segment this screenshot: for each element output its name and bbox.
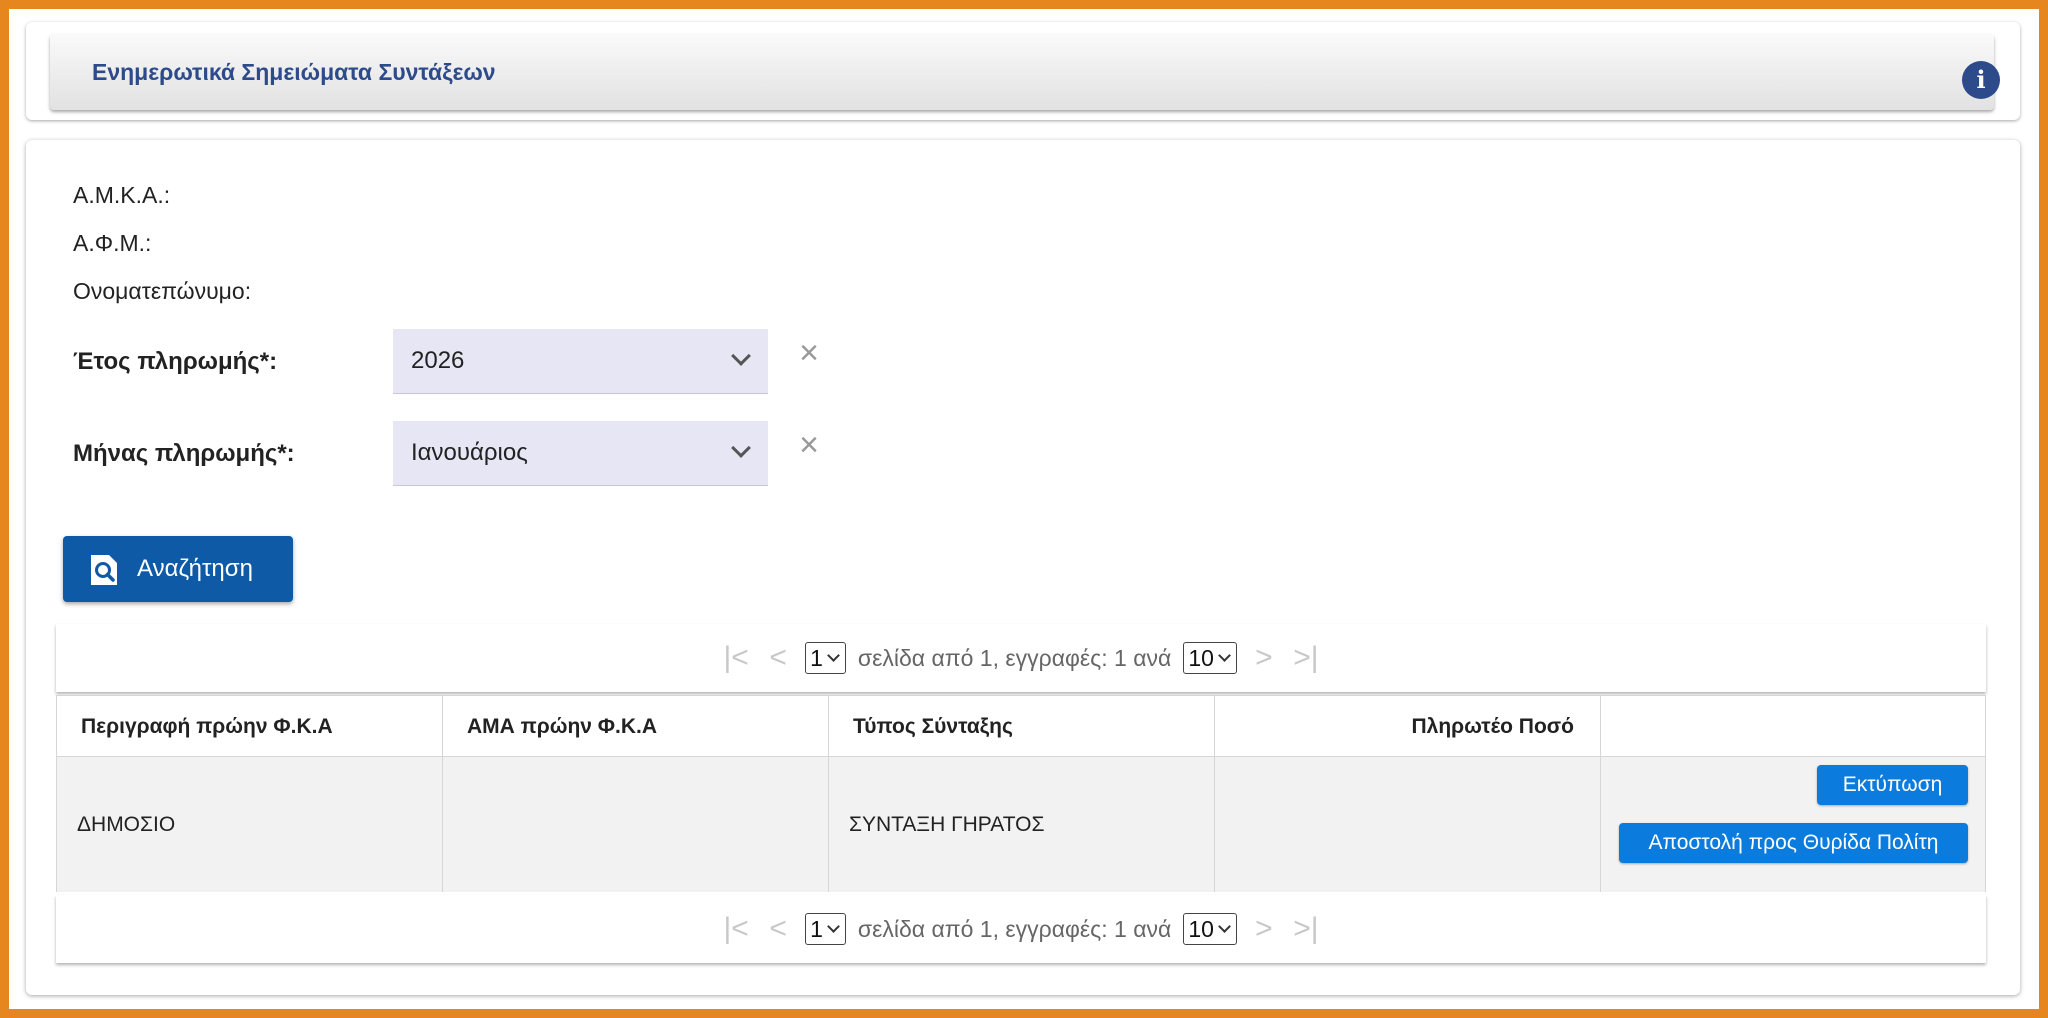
page-title: Ενημερωτικά Σημειώματα Συντάξεων	[92, 59, 496, 85]
year-label: Έτος πληρωμής*:	[73, 348, 278, 375]
table-row: ΔΗΜΟΣΙΟ ΣΥΝΤΑΞΗ ΓΗΡΑΤΟΣ Εκτύπωση Αποστολ…	[57, 757, 1985, 892]
main-panel: Α.Μ.Κ.Α.: Α.Φ.Μ.: Ονοματεπώνυμο: Έτος πλ…	[26, 140, 2020, 995]
prev-page-icon[interactable]: <	[763, 912, 793, 946]
pager-info: σελίδα από 1, εγγραφές: 1 ανά	[857, 644, 1172, 671]
table-cell	[1215, 757, 1601, 892]
send-to-citizen-box-button[interactable]: Αποστολή προς Θυρίδα Πολίτη	[1619, 823, 1968, 863]
pager-bottom: |< < 1 σελίδα από 1, εγγραφές: 1 ανά 10 …	[56, 895, 1986, 963]
column-header	[1601, 696, 1987, 756]
search-button[interactable]: Αναζήτηση	[63, 536, 293, 602]
first-page-icon[interactable]: |<	[721, 912, 751, 946]
chevron-down-icon	[1218, 920, 1231, 933]
prev-page-icon[interactable]: <	[763, 641, 793, 675]
chevron-down-icon	[1218, 649, 1231, 662]
page-select-value: 1	[810, 644, 823, 671]
header-panel: Ενημερωτικά Σημειώματα Συντάξεων i	[26, 22, 2020, 120]
chevron-down-icon	[731, 438, 751, 458]
page-size-select[interactable]: 10	[1183, 642, 1237, 674]
table-header-row: Περιγραφή πρώην Φ.Κ.Α ΑΜΑ πρώην Φ.Κ.Α Τύ…	[57, 696, 1985, 757]
next-page-icon[interactable]: >	[1249, 912, 1279, 946]
last-page-icon[interactable]: >|	[1291, 641, 1321, 675]
actions-cell: Εκτύπωση Αποστολή προς Θυρίδα Πολίτη	[1601, 757, 1987, 892]
print-button[interactable]: Εκτύπωση	[1817, 765, 1968, 805]
results-table: Περιγραφή πρώην Φ.Κ.Α ΑΜΑ πρώην Φ.Κ.Α Τύ…	[56, 695, 1986, 892]
table-cell	[443, 757, 829, 892]
page-size-value: 10	[1188, 915, 1214, 942]
next-page-icon[interactable]: >	[1249, 641, 1279, 675]
month-select-value: Ιανουάριος	[411, 439, 528, 466]
pager-info: σελίδα από 1, εγγραφές: 1 ανά	[857, 915, 1172, 942]
column-header[interactable]: Τύπος Σύνταξης	[829, 696, 1215, 756]
table-cell: ΣΥΝΤΑΞΗ ΓΗΡΑΤΟΣ	[829, 757, 1215, 892]
last-page-icon[interactable]: >|	[1291, 912, 1321, 946]
clear-month-icon[interactable]: ×	[794, 428, 824, 462]
column-header[interactable]: Πληρωτέο Ποσό	[1215, 696, 1601, 756]
chevron-down-icon	[827, 649, 840, 662]
amka-label: Α.Μ.Κ.Α.:	[73, 182, 171, 208]
search-document-icon	[91, 555, 117, 585]
afm-label: Α.Φ.Μ.:	[73, 230, 152, 256]
info-icon[interactable]: i	[1962, 61, 2000, 99]
month-select[interactable]: Ιανουάριος	[393, 421, 768, 486]
page-select[interactable]: 1	[805, 642, 846, 674]
pager-top: |< < 1 σελίδα από 1, εγγραφές: 1 ανά 10 …	[56, 624, 1986, 692]
column-header[interactable]: Περιγραφή πρώην Φ.Κ.Α	[57, 696, 443, 756]
chevron-down-icon	[827, 920, 840, 933]
year-select[interactable]: 2026	[393, 329, 768, 394]
page-select[interactable]: 1	[805, 913, 846, 945]
column-header[interactable]: ΑΜΑ πρώην Φ.Κ.Α	[443, 696, 829, 756]
search-button-label: Αναζήτηση	[137, 555, 253, 582]
table-cell: ΔΗΜΟΣΙΟ	[57, 757, 443, 892]
fullname-label: Ονοματεπώνυμο:	[73, 278, 252, 304]
month-label: Μήνας πληρωμής*:	[73, 440, 295, 467]
chevron-down-icon	[731, 346, 751, 366]
page-select-value: 1	[810, 915, 823, 942]
first-page-icon[interactable]: |<	[721, 641, 751, 675]
page-size-select[interactable]: 10	[1183, 913, 1237, 945]
header-bar: Ενημερωτικά Σημειώματα Συντάξεων i	[50, 34, 2000, 110]
year-select-value: 2026	[411, 347, 465, 374]
clear-year-icon[interactable]: ×	[794, 336, 824, 370]
page-size-value: 10	[1188, 644, 1214, 671]
